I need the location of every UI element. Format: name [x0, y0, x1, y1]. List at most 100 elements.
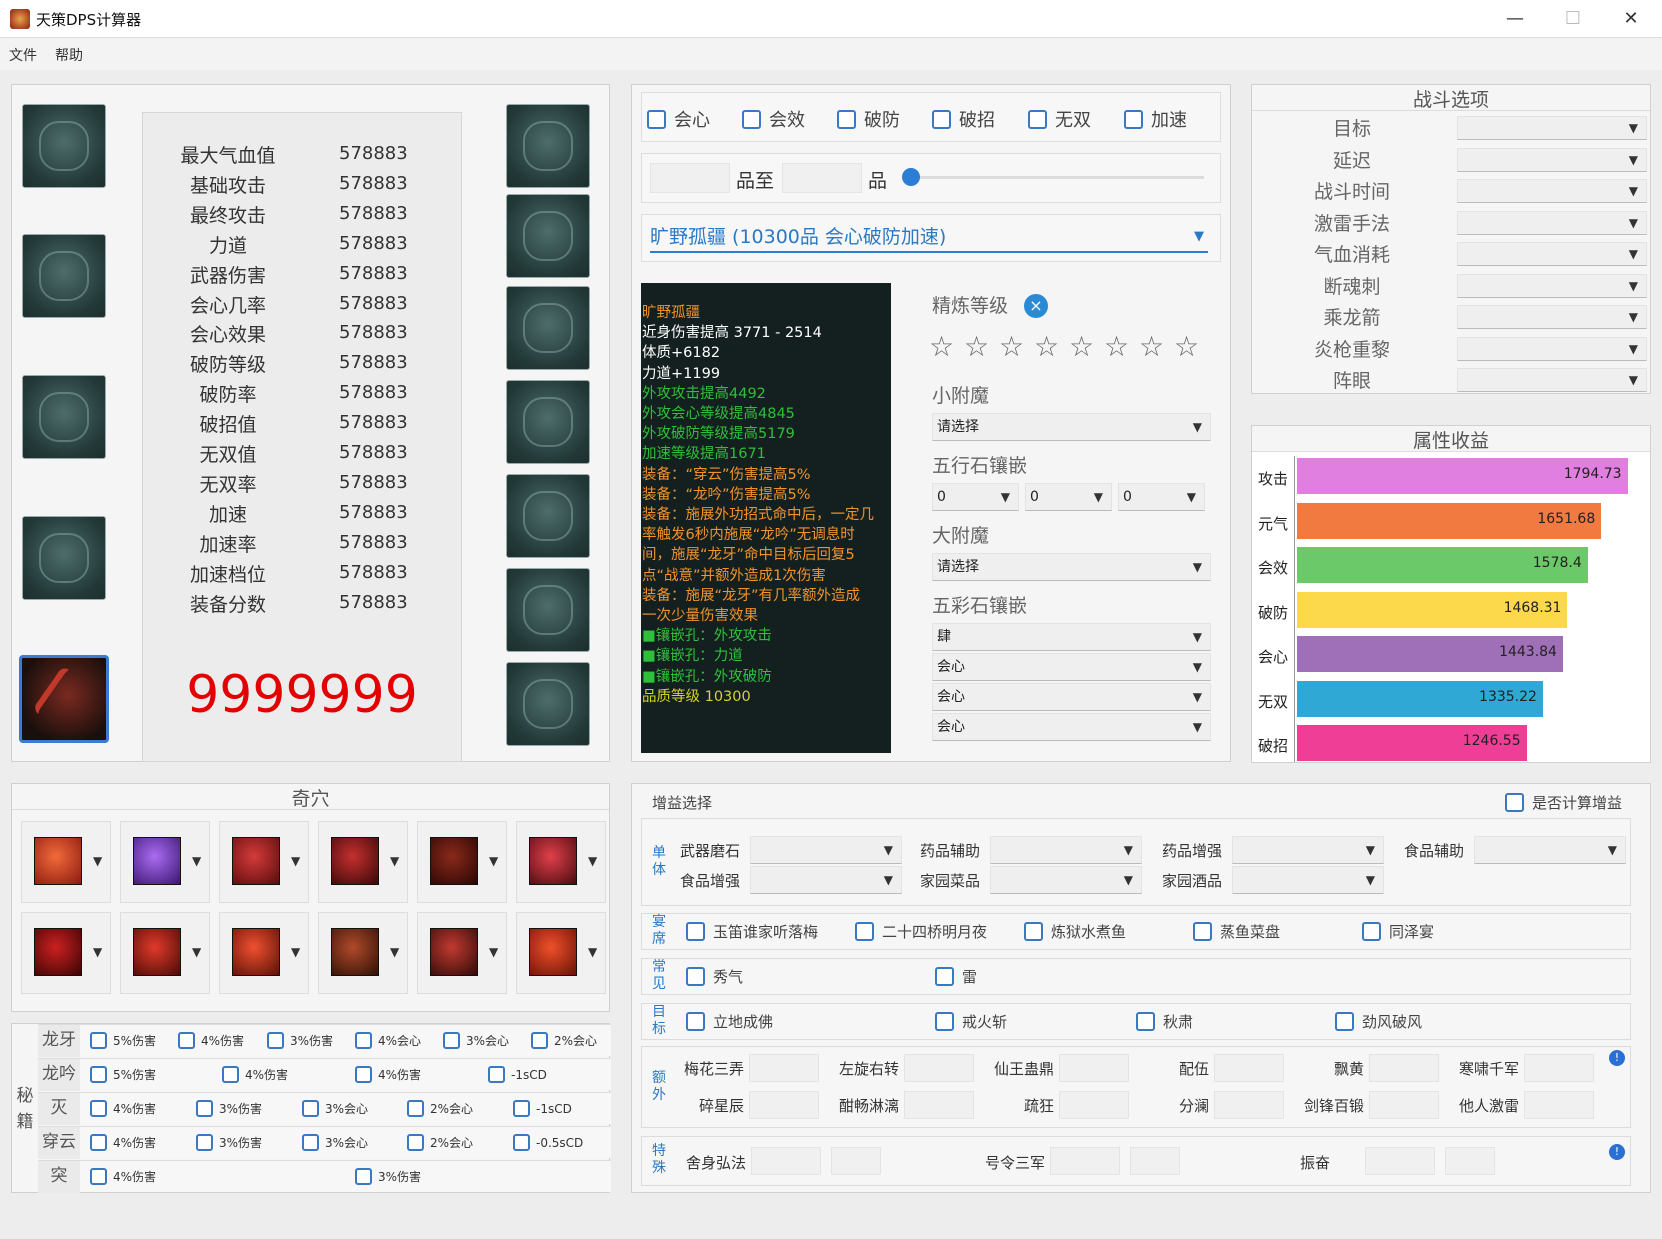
special-buff-input[interactable] [751, 1147, 821, 1175]
qixue-slot[interactable]: ▼ [219, 821, 309, 903]
special-buff-input[interactable] [1445, 1147, 1495, 1175]
minimize-button[interactable]: — [1486, 0, 1544, 38]
target-checkbox[interactable]: 劲风破风 [1335, 1011, 1422, 1032]
qixue-slot[interactable]: ▼ [120, 912, 210, 994]
miji-option[interactable]: 5%伤害 [90, 1032, 156, 1049]
equip-slot[interactable] [22, 375, 106, 459]
qixue-slot[interactable]: ▼ [318, 912, 408, 994]
equip-slot[interactable] [506, 194, 590, 278]
qixue-slot[interactable]: ▼ [21, 821, 111, 903]
star-icon[interactable]: ☆ [1069, 330, 1094, 363]
miji-option[interactable]: 4%伤害 [90, 1168, 156, 1185]
miji-option[interactable]: -0.5sCD [513, 1134, 583, 1151]
battle-option-select[interactable]: ▼ [1457, 179, 1647, 203]
extra-buff-input[interactable] [1524, 1054, 1594, 1082]
qixue-slot[interactable]: ▼ [120, 821, 210, 903]
maximize-button[interactable]: ☐ [1544, 0, 1602, 38]
equip-select[interactable]: 旷野孤疆 (10300品 会心破防加速) ▼ [650, 223, 1208, 253]
big-enchant-select[interactable]: 请选择 ▼ [932, 553, 1211, 581]
star-icon[interactable]: ☆ [1034, 330, 1059, 363]
single-buff-select[interactable]: ▼ [1232, 836, 1384, 864]
miji-option[interactable]: 3%会心 [302, 1134, 368, 1151]
wuxing-select[interactable]: 0 ▼ [1025, 483, 1112, 511]
wucai-select[interactable]: 肆 ▼ [932, 623, 1211, 651]
miji-option[interactable]: 3%伤害 [196, 1100, 262, 1117]
target-checkbox[interactable]: 戒火斩 [935, 1011, 1007, 1032]
single-buff-select[interactable]: ▼ [990, 836, 1142, 864]
extra-buff-input[interactable] [1214, 1054, 1284, 1082]
equip-slot[interactable] [506, 662, 590, 746]
miji-option[interactable]: 4%伤害 [90, 1100, 156, 1117]
miji-option[interactable]: 4%伤害 [178, 1032, 244, 1049]
qixue-slot[interactable]: ▼ [21, 912, 111, 994]
battle-option-select[interactable]: ▼ [1457, 242, 1647, 266]
filter-checkbox[interactable]: 破防 [837, 106, 900, 132]
target-checkbox[interactable]: 秋肃 [1136, 1011, 1193, 1032]
equip-slot[interactable] [506, 286, 590, 370]
equip-slot[interactable] [506, 104, 590, 188]
qixue-slot[interactable]: ▼ [318, 821, 408, 903]
special-buff-input[interactable] [1365, 1147, 1435, 1175]
star-icon[interactable]: ☆ [929, 330, 954, 363]
equip-slot[interactable] [506, 380, 590, 464]
single-buff-select[interactable]: ▼ [750, 866, 902, 894]
wuxing-select[interactable]: 0 ▼ [1118, 483, 1205, 511]
miji-option[interactable]: 2%会心 [407, 1134, 473, 1151]
special-info-icon[interactable]: ! [1609, 1144, 1625, 1160]
single-buff-select[interactable]: ▼ [1232, 866, 1384, 894]
qixue-slot[interactable]: ▼ [219, 912, 309, 994]
filter-checkbox[interactable]: 破招 [932, 106, 995, 132]
wucai-select[interactable]: 会心 ▼ [932, 713, 1211, 741]
extra-buff-input[interactable] [904, 1091, 974, 1119]
quality-slider-thumb[interactable] [902, 168, 920, 186]
small-enchant-select[interactable]: 请选择 ▼ [932, 413, 1211, 441]
filter-checkbox[interactable]: 会心 [647, 106, 710, 132]
miji-option[interactable]: 3%伤害 [267, 1032, 333, 1049]
menu-help[interactable]: 帮助 [55, 45, 83, 65]
equip-slot[interactable] [506, 474, 590, 558]
menu-file[interactable]: 文件 [9, 45, 37, 65]
equip-slot[interactable] [22, 104, 106, 188]
equip-slot[interactable] [22, 516, 106, 600]
close-button[interactable]: ✕ [1602, 0, 1660, 38]
miji-option[interactable]: 3%会心 [302, 1100, 368, 1117]
qixue-slot[interactable]: ▼ [417, 821, 507, 903]
extra-buff-input[interactable] [904, 1054, 974, 1082]
special-buff-input[interactable] [1130, 1147, 1180, 1175]
calc-buff-checkbox[interactable]: 是否计算增益 [1505, 792, 1622, 813]
miji-option[interactable]: 5%伤害 [90, 1066, 156, 1083]
miji-option[interactable]: 4%会心 [355, 1032, 421, 1049]
extra-info-icon[interactable]: ! [1609, 1050, 1625, 1066]
extra-buff-input[interactable] [1059, 1091, 1129, 1119]
common-checkbox[interactable]: 秀气 [686, 966, 743, 987]
extra-buff-input[interactable] [1059, 1054, 1129, 1082]
battle-option-select[interactable]: ▼ [1457, 273, 1647, 298]
equip-slot[interactable] [506, 568, 590, 652]
battle-option-select[interactable]: ▼ [1457, 305, 1647, 329]
single-buff-select[interactable]: ▼ [1474, 836, 1626, 864]
extra-buff-input[interactable] [1524, 1091, 1594, 1119]
extra-buff-input[interactable] [1369, 1091, 1439, 1119]
star-icon[interactable]: ☆ [1139, 330, 1164, 363]
battle-option-select[interactable]: ▼ [1457, 210, 1647, 235]
special-buff-input[interactable] [1050, 1147, 1120, 1175]
star-icon[interactable]: ☆ [1104, 330, 1129, 363]
extra-buff-input[interactable] [1214, 1091, 1284, 1119]
miji-option[interactable]: 3%伤害 [355, 1168, 421, 1185]
star-icon[interactable]: ☆ [1174, 330, 1199, 363]
miji-option[interactable]: 2%会心 [407, 1100, 473, 1117]
single-buff-select[interactable]: ▼ [750, 836, 902, 864]
battle-option-select[interactable]: ▼ [1457, 116, 1647, 140]
common-checkbox[interactable]: 雷 [935, 966, 977, 987]
miji-option[interactable]: 3%会心 [443, 1032, 509, 1049]
equip-slot[interactable] [22, 234, 106, 318]
miji-option[interactable]: -1sCD [513, 1100, 572, 1117]
wucai-select[interactable]: 会心 ▼ [932, 683, 1211, 711]
filter-checkbox[interactable]: 加速 [1124, 106, 1187, 132]
wuxing-select[interactable]: 0 ▼ [932, 483, 1019, 511]
miji-option[interactable]: 4%伤害 [90, 1134, 156, 1151]
feast-checkbox[interactable]: 同泽宴 [1362, 921, 1434, 942]
filter-checkbox[interactable]: 无双 [1028, 106, 1091, 132]
battle-option-select[interactable]: ▼ [1457, 147, 1647, 172]
single-buff-select[interactable]: ▼ [990, 866, 1142, 894]
